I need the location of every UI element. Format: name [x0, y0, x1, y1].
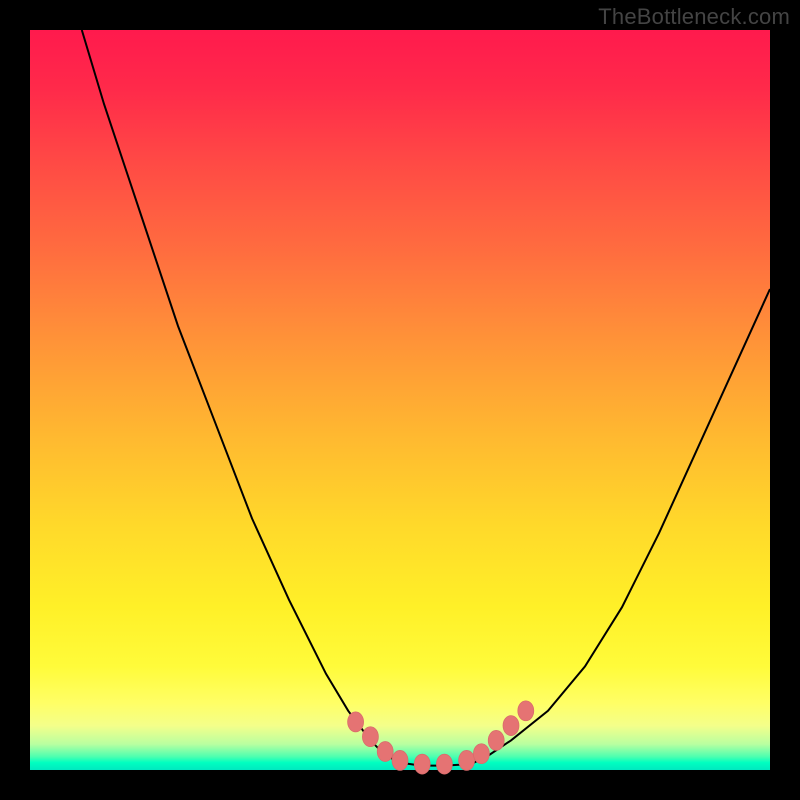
bottleneck-marker: [503, 716, 519, 736]
chart-frame: TheBottleneck.com: [0, 0, 800, 800]
right-curve: [474, 289, 770, 763]
bottleneck-marker: [518, 701, 534, 721]
bottleneck-marker: [348, 712, 364, 732]
marker-group: [348, 701, 534, 774]
bottleneck-marker: [488, 730, 504, 750]
bottleneck-marker: [473, 744, 489, 764]
bottleneck-marker: [362, 727, 378, 747]
curves-svg: [30, 30, 770, 770]
bottleneck-marker: [459, 750, 475, 770]
curve-group: [82, 30, 770, 766]
bottleneck-marker: [392, 750, 408, 770]
plot-area: [30, 30, 770, 770]
bottleneck-marker: [377, 742, 393, 762]
left-curve: [82, 30, 400, 763]
watermark-text: TheBottleneck.com: [598, 4, 790, 30]
bottleneck-marker: [436, 754, 452, 774]
bottleneck-marker: [414, 754, 430, 774]
